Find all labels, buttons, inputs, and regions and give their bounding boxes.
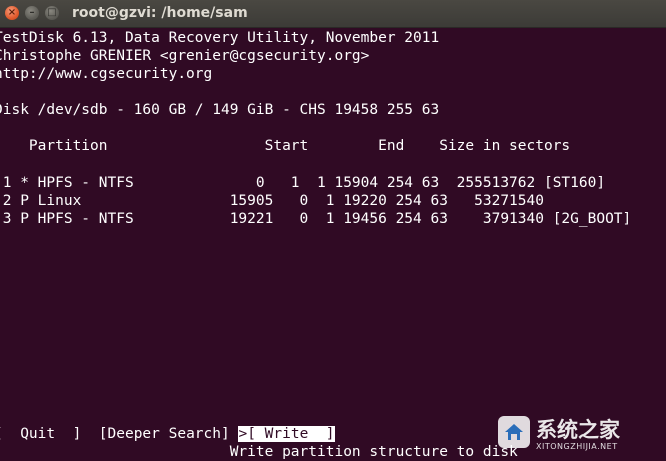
partition-table-header: Partition Start End Size in sectors: [0, 138, 571, 154]
partition-row[interactable]: 1 * HPFS - NTFS 0 1 1 15904 254 63 25551…: [0, 174, 605, 192]
terminal-content[interactable]: TestDisk 6.13, Data Recovery Utility, No…: [0, 27, 666, 461]
app-title-line: TestDisk 6.13, Data Recovery Utility, No…: [0, 30, 440, 46]
watermark-brand: 系统之家: [536, 418, 620, 442]
author-line: Christophe GRENIER <grenier@cgsecurity.o…: [0, 48, 370, 64]
quit-option[interactable]: [ Quit ]: [0, 426, 81, 442]
window-title: root@gzvi: /home/sam: [72, 5, 248, 21]
minimize-icon: –: [29, 7, 35, 18]
write-hint: Write partition structure to disk: [229, 444, 518, 460]
title-bar[interactable]: × – □ root@gzvi: /home/sam: [0, 0, 666, 28]
watermark-domain: XITONGZHIJIA.NET: [536, 442, 618, 451]
partition-row[interactable]: 2 P Linux 15905 0 1 19220 254 63 5327154…: [0, 192, 544, 210]
menu-line: [ Quit ] [Deeper Search] >[ Write ]: [0, 425, 335, 443]
maximize-icon: □: [47, 7, 57, 18]
write-option[interactable]: >[ Write ]: [238, 426, 335, 442]
minimize-button[interactable]: –: [25, 6, 39, 20]
watermark: 系统之家 XITONGZHIJIA.NET: [498, 412, 658, 456]
close-icon: ×: [7, 7, 17, 18]
terminal-window: × – □ root@gzvi: /home/sam TestDisk 6.13…: [0, 0, 666, 461]
partition-row[interactable]: 3 P HPFS - NTFS 19221 0 1 19456 254 63 3…: [0, 210, 632, 228]
maximize-button[interactable]: □: [45, 6, 59, 20]
hint-line: Write partition structure to disk: [0, 443, 518, 461]
deeper-search-option[interactable]: [Deeper Search]: [99, 426, 230, 442]
close-button[interactable]: ×: [5, 6, 19, 20]
house-logo-icon: [498, 416, 530, 448]
disk-info-line: Disk /dev/sdb - 160 GB / 149 GiB - CHS 1…: [0, 102, 440, 118]
website-line: http://www.cgsecurity.org: [0, 66, 213, 82]
